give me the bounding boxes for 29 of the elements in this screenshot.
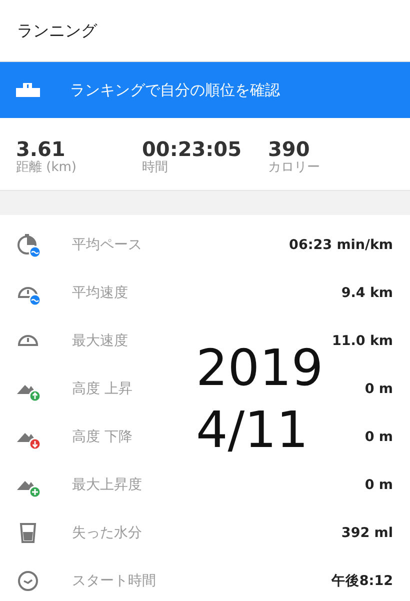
metric-value: 06:23 min/km [289,236,393,255]
metric-label: 最大上昇度 [72,476,142,494]
metric-value: 0 m [364,476,393,495]
metric-label: 高度 下降 [72,428,132,446]
metric-label: 平均速度 [72,284,128,302]
handwritten-note: 2019 [196,343,324,393]
metric-label: 最大速度 [72,332,128,350]
metric-value: 9.4 km [341,284,393,303]
metric-label: 高度 上昇 [72,380,132,398]
metric-value: 392 ml [341,524,393,543]
stat-value: 00:23:05 [142,138,242,160]
metric-value: 午後8:12 [331,572,393,591]
ranking-banner[interactable]: ランキングで自分の順位を確認 [0,62,410,118]
metric-label: 平均ペース [72,236,142,254]
stat-label: 距離 (km) [16,160,76,176]
metric-label: 失った水分 [72,524,142,542]
clock-icon [16,569,40,593]
metric-value: 11.0 km [332,332,393,351]
handwritten-note: 4/11 [196,405,308,455]
stat-value: 3.61 [16,138,66,160]
stat-label: カロリー [268,160,320,176]
page-title: ランニング [17,20,97,42]
metric-value: 0 m [364,380,393,399]
podium-icon [16,83,40,97]
stat-label: 時間 [142,160,168,176]
metric-value: 0 m [364,428,393,447]
pace-icon [16,233,40,257]
metric-label: スタート時間 [72,572,156,590]
stat-value: 390 [268,138,310,160]
